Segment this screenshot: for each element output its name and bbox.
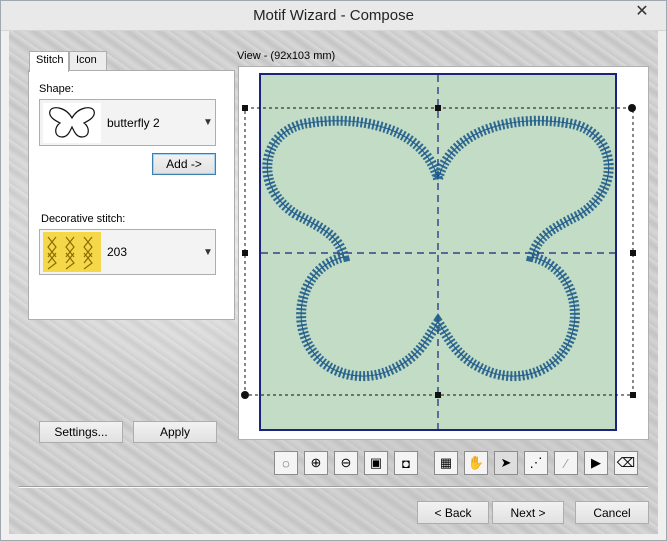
tab-stitch[interactable]: Stitch bbox=[29, 51, 69, 72]
view-size-label: View - (92x103 mm) bbox=[237, 50, 336, 62]
butterfly-shape-icon bbox=[43, 102, 101, 143]
tab-icon[interactable]: Icon bbox=[69, 51, 107, 70]
settings-button[interactable]: Settings... bbox=[39, 421, 123, 443]
footer-divider bbox=[19, 486, 648, 488]
stitch-pattern-icon bbox=[43, 232, 101, 272]
design-view-canvas[interactable] bbox=[238, 66, 649, 440]
zoom-out-icon[interactable]: ⊖ bbox=[334, 451, 358, 475]
magic-wand-icon[interactable]: ⁄ bbox=[554, 451, 578, 475]
hoop-icon[interactable]: ◌ bbox=[274, 451, 298, 475]
title-bar: Motif Wizard - Compose ✕ bbox=[1, 1, 666, 31]
decorative-stitch-select[interactable]: 203 ▼ bbox=[39, 229, 216, 275]
apply-button[interactable]: Apply bbox=[133, 421, 217, 443]
shape-select[interactable]: butterfly 2 ▼ bbox=[39, 99, 216, 146]
reshape-nodes-icon[interactable]: ⋰ bbox=[524, 451, 548, 475]
stitch-panel: Shape: butterfly 2 ▼ Add -> Decorative s… bbox=[28, 70, 235, 320]
decorative-stitch-label: Decorative stitch: bbox=[41, 213, 126, 225]
window-title: Motif Wizard - Compose bbox=[253, 7, 414, 24]
decorative-stitch-value: 203 bbox=[107, 245, 128, 259]
zoom-in-icon[interactable]: ⊕ bbox=[304, 451, 328, 475]
motif-wizard-window: Motif Wizard - Compose ✕ Stitch Icon Sha… bbox=[0, 0, 667, 541]
pointer-icon[interactable]: ▶ bbox=[584, 451, 608, 475]
select-arrow-icon[interactable]: ➤ bbox=[494, 451, 518, 475]
zoom-fit-icon[interactable]: ▣ bbox=[364, 451, 388, 475]
hand-pan-icon[interactable]: ✋ bbox=[464, 451, 488, 475]
eraser-icon[interactable]: ⌫ bbox=[614, 451, 638, 475]
chevron-down-icon: ▼ bbox=[203, 117, 213, 128]
next-button[interactable]: Next > bbox=[492, 501, 564, 524]
add-button[interactable]: Add -> bbox=[152, 153, 216, 175]
close-icon[interactable]: ✕ bbox=[622, 1, 662, 21]
wizard-body: Stitch Icon Shape: butterfly 2 ▼ Add -> … bbox=[9, 31, 658, 534]
shape-select-value: butterfly 2 bbox=[107, 115, 160, 130]
back-button[interactable]: < Back bbox=[417, 501, 489, 524]
cancel-button[interactable]: Cancel bbox=[575, 501, 649, 524]
chevron-down-icon: ▼ bbox=[203, 246, 213, 258]
background-image-icon[interactable]: ▦ bbox=[434, 451, 458, 475]
zoom-selection-icon[interactable]: ◘ bbox=[394, 451, 418, 475]
shape-label: Shape: bbox=[39, 83, 74, 95]
